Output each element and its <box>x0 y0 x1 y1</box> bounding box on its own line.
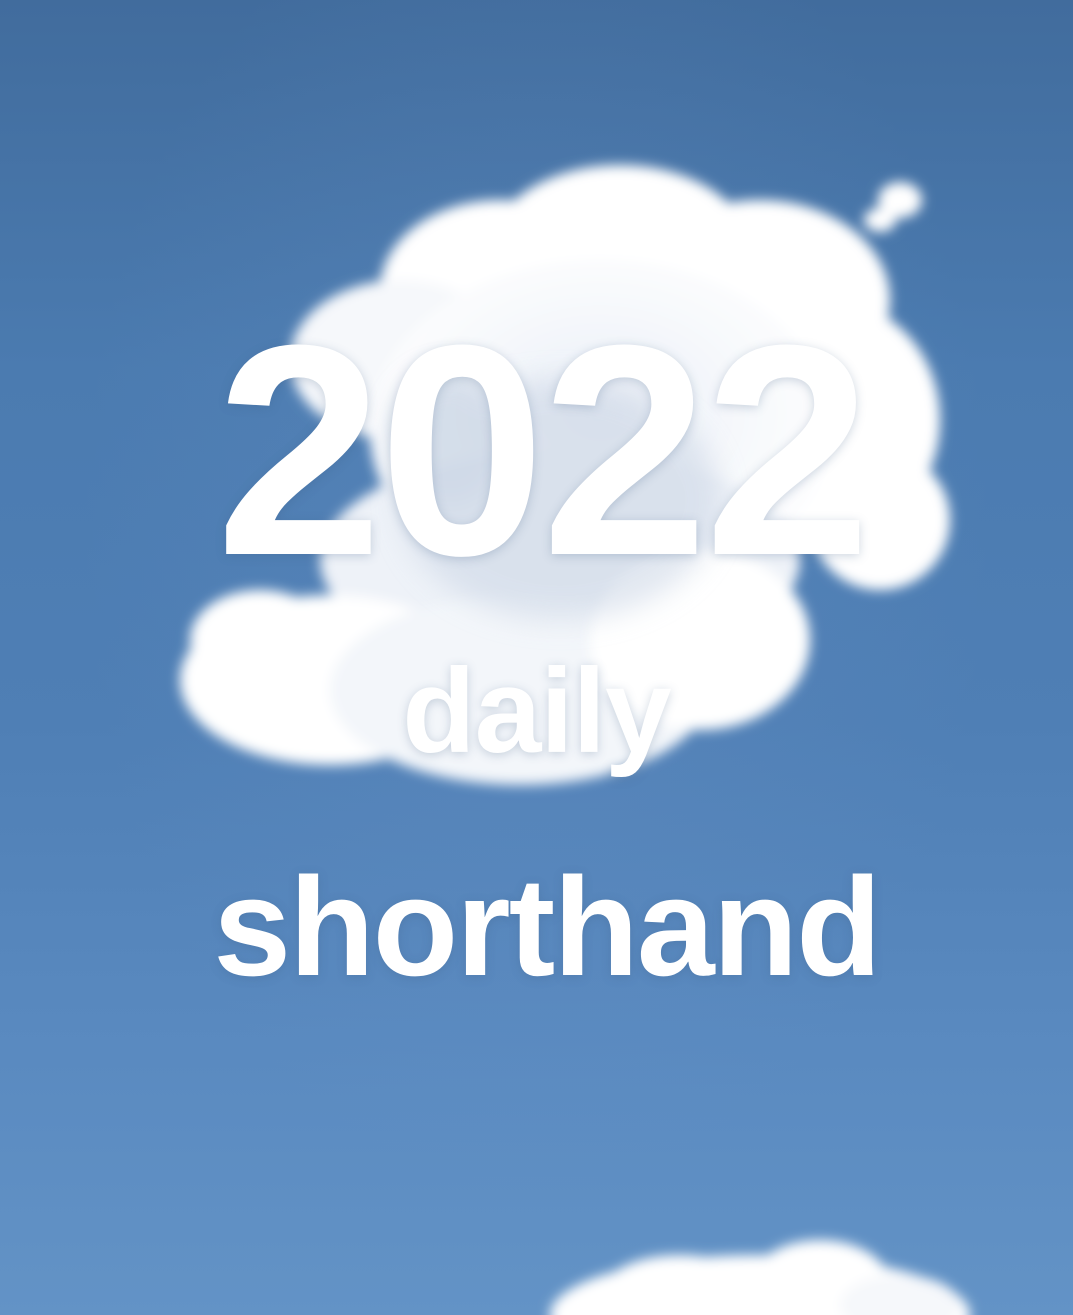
daily-title: daily <box>402 644 671 778</box>
year-title: 2022 <box>215 282 871 618</box>
shorthand-title: shorthand <box>213 848 881 1005</box>
photo-background: 2022 daily shorthand <box>0 0 1073 1315</box>
bottom-cloud <box>550 1240 970 1315</box>
